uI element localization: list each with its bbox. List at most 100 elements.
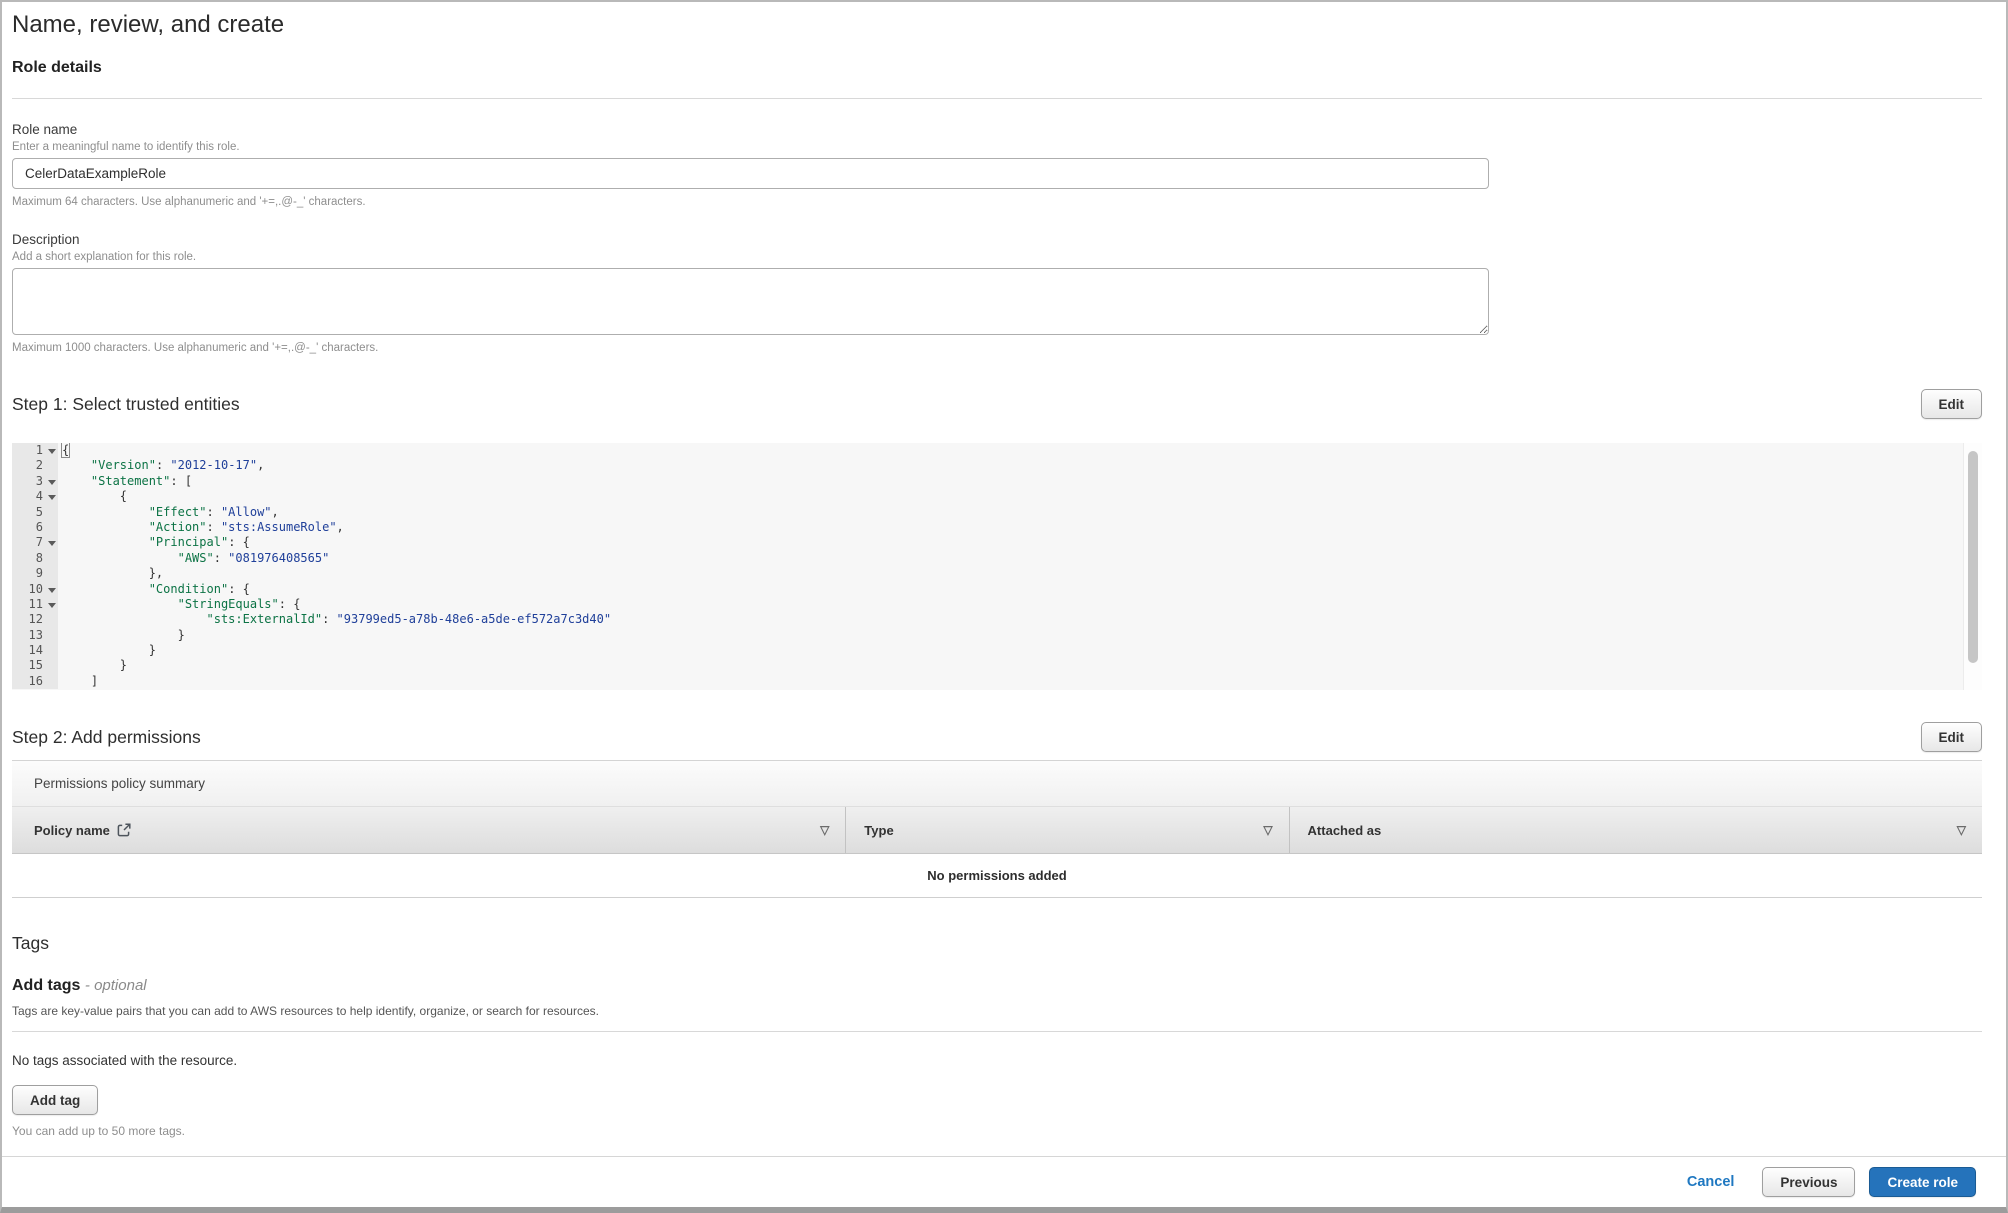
code-text: } [58,628,185,643]
role-name-label: Role name [12,122,78,137]
code-text: "Principal": { [58,535,250,550]
code-token: , [257,458,265,473]
code-token: : [213,550,229,565]
no-permissions-message: No permissions added [927,868,1067,883]
line-number: 2 [35,458,43,473]
code-line: 14 } [12,643,1982,659]
sort-icon[interactable]: ▽ [1263,823,1272,837]
code-line: 2 "Version": "2012-10-17", [12,458,1982,474]
code-token: : [155,458,171,473]
fold-caret-icon[interactable] [45,535,58,550]
code-token: [ [184,473,193,488]
code-text: "Condition": { [58,582,250,597]
line-number: 8 [35,550,43,565]
editor-scrollbar-thumb[interactable] [1968,451,1978,663]
code-line: 7 "Principal": { [12,535,1982,551]
line-gutter: 6 [12,519,58,536]
code-text: { [58,489,127,504]
tags-heading: Tags [12,933,49,953]
description-help: Add a short explanation for this role. [12,251,197,263]
code-line: 13 } [12,627,1982,644]
code-token: : [228,535,243,550]
code-text: "Effect": "Allow", [58,505,279,520]
step1-heading: Step 1: Select trusted entities [12,394,240,414]
fold-caret-icon[interactable] [45,597,58,612]
sort-icon[interactable]: ▽ [1957,823,1966,837]
line-gutter: 1 [12,443,58,459]
fold-caret-icon[interactable] [45,443,58,458]
sort-icon[interactable]: ▽ [820,823,829,837]
json-key-token: "Condition" [148,581,229,596]
code-line: 1 { [12,443,1982,459]
line-number: 7 [35,535,43,550]
create-role-button[interactable]: Create role [1869,1167,1976,1197]
step1-header-row: Step 1: Select trusted entities Edit [12,389,1982,419]
json-value-token: "93799ed5-a78b-48e6-a5de-ef572a7c3d40" [336,612,612,627]
divider [12,1031,1982,1032]
page-title: Name, review, and create [12,11,285,38]
line-gutter: 7 [12,535,58,551]
line-gutter: 13 [12,627,58,644]
tags-description: Tags are key-value pairs that you can ad… [12,1004,599,1018]
code-line: 10 "Condition": { [12,581,1982,597]
column-header-type[interactable]: Type ▽ [845,807,1288,853]
code-line: 16 ] [12,673,1982,690]
code-text: "Action": "sts:AssumeRole", [58,520,344,535]
code-token: , [271,504,279,519]
permissions-panel: Permissions policy summary Policy name ▽ [12,760,1982,898]
code-line: 11 "StringEquals": { [12,596,1982,613]
previous-button[interactable]: Previous [1762,1167,1856,1197]
step2-header-row: Step 2: Add permissions Edit [12,722,1982,752]
line-number: 9 [35,566,43,581]
policy-name-column-label: Policy name [34,822,110,838]
fold-caret-icon[interactable] [45,489,58,504]
json-key-token: "Statement" [90,473,171,488]
page-content: Name, review, and create Role details Ro… [2,2,2006,1139]
line-number: 11 [28,596,43,611]
json-key-token: "Version" [90,458,156,473]
column-header-policy-name[interactable]: Policy name ▽ [12,807,845,853]
name-review-create-page: Name, review, and create Role details Ro… [0,0,2008,1213]
code-token: ] [62,673,99,688]
code-token: } [62,658,128,673]
line-gutter: 5 [12,504,58,520]
permissions-table-header: Policy name ▽ Type ▽ Attached as ▽ [12,807,1982,854]
json-value-token: "2012-10-17" [170,458,258,473]
line-gutter: 16 [12,673,58,690]
editor-scrollbar[interactable] [1963,443,1982,690]
code-token: } [62,627,185,642]
cancel-button[interactable]: Cancel [1687,1174,1735,1190]
line-number: 6 [35,519,43,534]
code-text: "AWS": "081976408565" [58,550,330,566]
code-text: }, [58,566,163,581]
step2-edit-button[interactable]: Edit [1920,722,1982,752]
code-token: : [206,519,221,534]
column-header-attached-as[interactable]: Attached as ▽ [1288,807,1982,853]
json-key-token: "StringEquals" [177,596,279,611]
fold-caret-icon[interactable] [45,474,58,489]
code-token: } [62,643,156,658]
add-tag-button[interactable]: Add tag [12,1085,99,1115]
code-text: } [58,643,156,658]
code-text: "Version": "2012-10-17", [58,458,264,473]
code-token: : [228,581,243,596]
trust-policy-editor[interactable]: 1 { 2 "Version": "2012-10-17", 3 "Statem… [12,443,1982,690]
fold-caret-icon[interactable] [45,582,58,597]
json-key-token: "sts:ExternalId" [206,612,323,627]
code-line: 15 } [12,658,1982,674]
step1-edit-button[interactable]: Edit [1920,389,1982,419]
code-token: { [293,596,301,611]
line-gutter: 11 [12,596,58,613]
code-line: 3 "Statement": [ [12,473,1982,490]
step2-heading: Step 2: Add permissions [12,727,201,747]
description-textarea[interactable] [12,268,1489,335]
role-name-input[interactable] [12,158,1489,189]
code-line: 8 "AWS": "081976408565" [12,550,1982,567]
code-token: }, [62,566,164,581]
code-token: { [60,443,71,458]
